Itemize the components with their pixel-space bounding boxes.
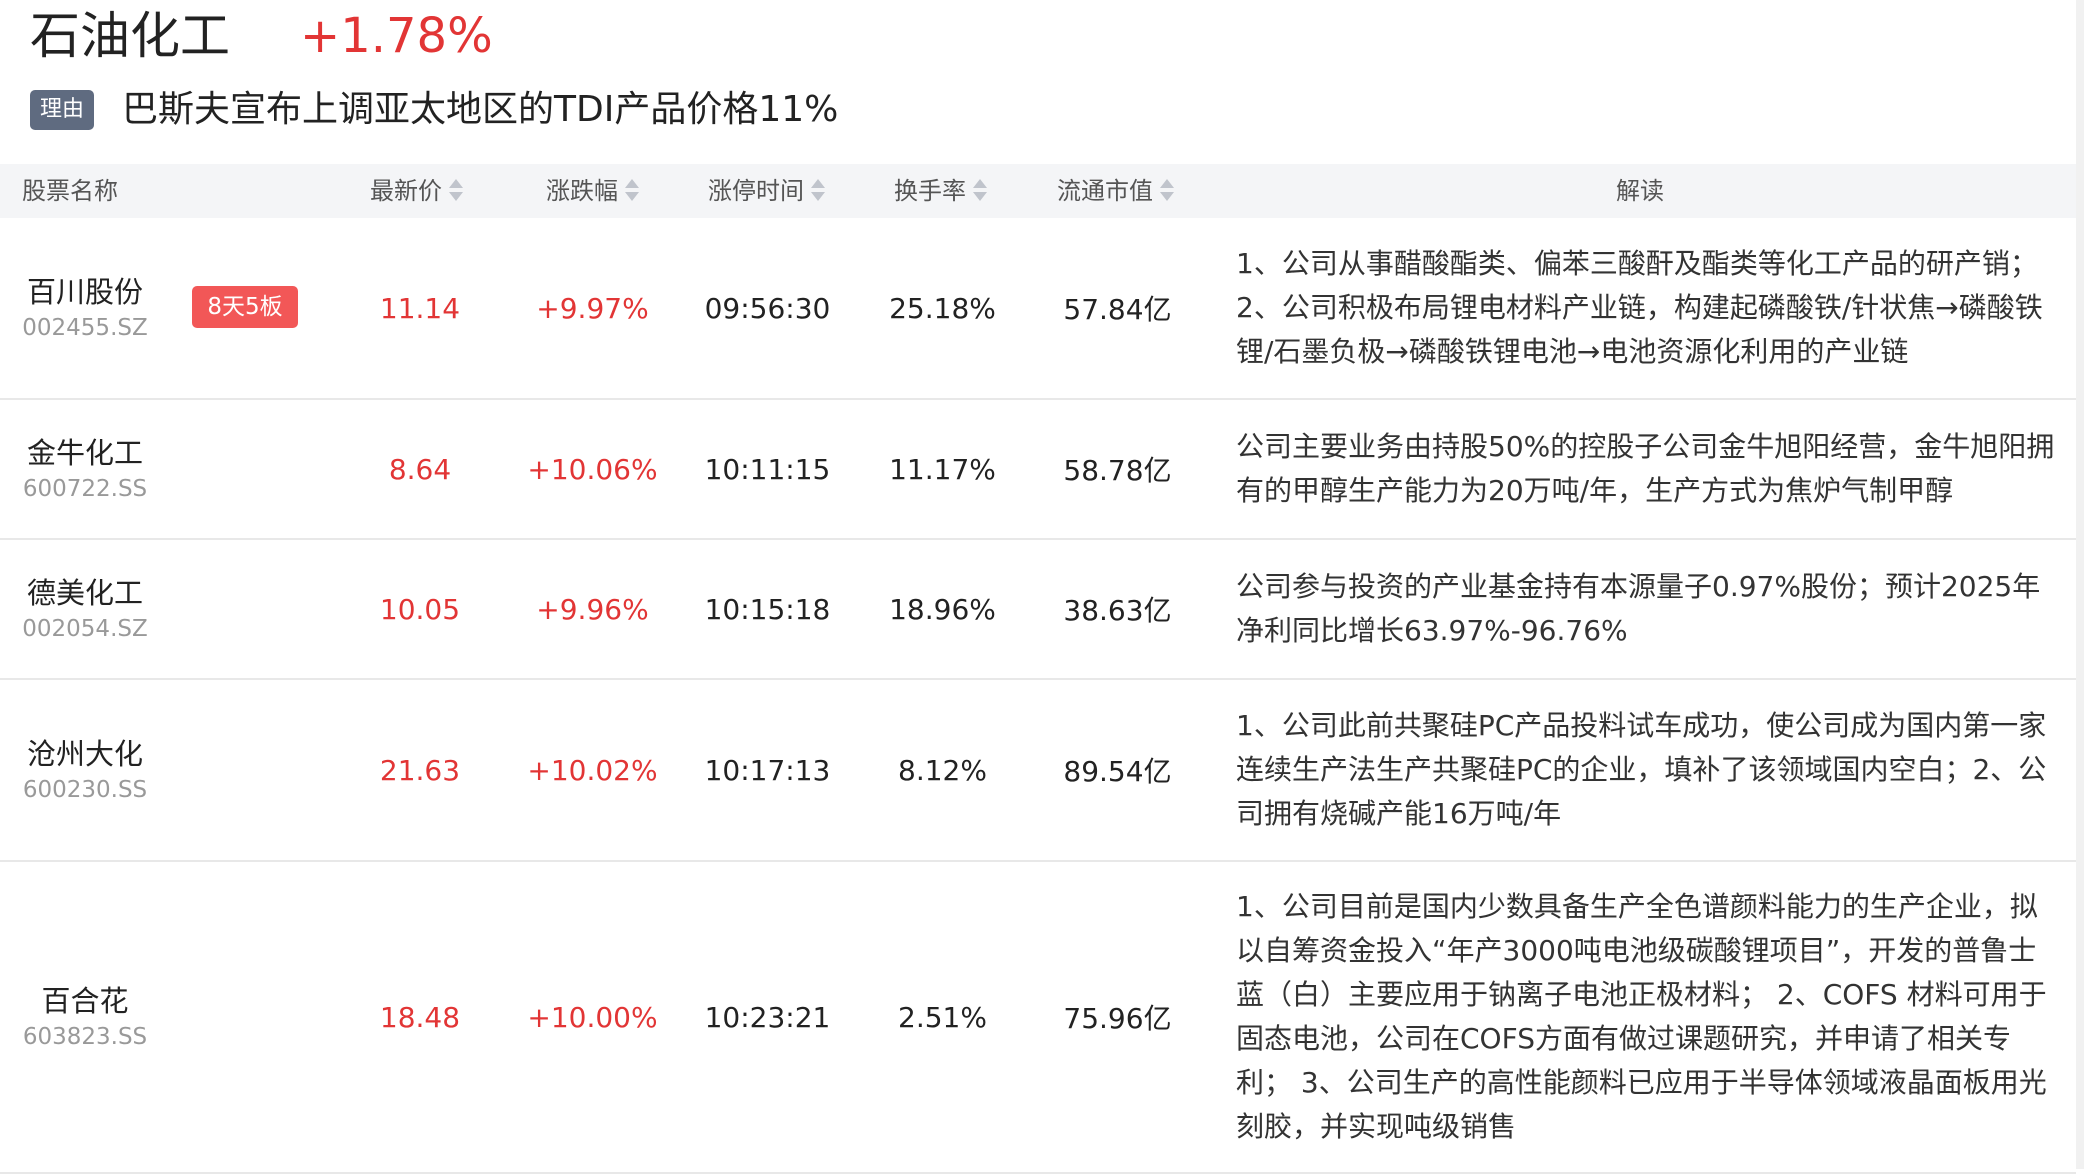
stock-name[interactable]: 百川股份: [27, 272, 143, 312]
analysis-text: 1、公司目前是国内少数具备生产全色谱颜料能力的生产企业，拟以自筹资金投入“年产3…: [1236, 890, 2047, 1143]
stock-code: 600722.SS: [22, 476, 148, 502]
change-cell: +9.97%: [536, 291, 649, 325]
analysis-cell: 1、公司此前共聚硅PC产品投料试车成功，使公司成为国内第一家连续生产法生产共聚硅…: [1236, 680, 2056, 860]
change-cell: +10.02%: [527, 753, 658, 787]
analysis-cell: 公司参与投资的产业基金持有本源量子0.97%股份；预计2025年净利同比增长63…: [1236, 540, 2056, 678]
market-cap-cell: 58.78亿: [1063, 454, 1172, 487]
table-row[interactable]: 金牛化工 600722.SS 8.64 +10.06% 10:11:15 11.…: [0, 400, 2076, 540]
column-header-name: 股票名称: [22, 177, 118, 205]
column-header-change-label: 涨跌幅: [546, 177, 618, 205]
limit-time-cell: 10:23:21: [704, 1000, 831, 1034]
table-row[interactable]: 百川股份 002455.SZ 8天5板 11.14 +9.97% 09:56:3…: [0, 218, 2076, 400]
market-cap-cell: 57.84亿: [1063, 293, 1172, 326]
stock-code: 002054.SZ: [22, 616, 148, 642]
limit-up-streak-badge: 8天5板: [192, 286, 298, 328]
analysis-text: 1、公司从事醋酸酯类、偏苯三酸酐及酯类等化工产品的研产销；2、公司积极布局锂电材…: [1236, 247, 2043, 368]
scrollbar[interactable]: [2076, 0, 2084, 1169]
table-row[interactable]: 沧州大化 600230.SS 21.63 +10.02% 10:17:13 8.…: [0, 680, 2076, 862]
stock-name-cell[interactable]: 德美化工 002054.SZ: [10, 540, 160, 678]
market-cap-cell: 89.54亿: [1063, 755, 1172, 788]
reason-text: 巴斯夫宣布上调亚太地区的TDI产品价格11%: [122, 89, 839, 130]
limit-time-cell: 10:11:15: [704, 452, 831, 486]
analysis-text: 公司主要业务由持股50%的控股子公司金牛旭阳经营，金牛旭阳拥有的甲醇生产能力为2…: [1236, 430, 2055, 507]
column-header-limit-time-label: 涨停时间: [708, 177, 804, 205]
stock-name-cell[interactable]: 百合花 603823.SS: [10, 862, 160, 1172]
turnover-cell: 2.51%: [898, 1000, 987, 1034]
stock-code: 002455.SZ: [22, 315, 148, 341]
turnover-cell: 8.12%: [898, 753, 987, 787]
sector-change: +1.78%: [300, 8, 493, 64]
stock-name[interactable]: 金牛化工: [27, 433, 143, 473]
analysis-cell: 1、公司从事醋酸酯类、偏苯三酸酐及酯类等化工产品的研产销；2、公司积极布局锂电材…: [1236, 218, 2056, 398]
market-cap-cell: 38.63亿: [1063, 594, 1172, 627]
stock-name[interactable]: 沧州大化: [27, 734, 143, 774]
column-header-turnover-label: 换手率: [894, 177, 966, 205]
column-header-market-cap[interactable]: 流通市值: [1057, 164, 1175, 218]
table-row[interactable]: 百合花 603823.SS 18.48 +10.00% 10:23:21 2.5…: [0, 862, 2076, 1174]
price-cell: 11.14: [379, 291, 461, 325]
stock-name-cell[interactable]: 金牛化工 600722.SS: [10, 400, 160, 538]
stock-name[interactable]: 德美化工: [27, 573, 143, 613]
sector-name: 石油化工: [30, 7, 230, 65]
limit-time-cell: 10:17:13: [704, 753, 831, 787]
sort-icon[interactable]: [448, 177, 464, 203]
analysis-text: 公司参与投资的产业基金持有本源量子0.97%股份；预计2025年净利同比增长63…: [1236, 570, 2041, 647]
price-cell: 8.64: [388, 452, 452, 486]
column-header-turnover[interactable]: 换手率: [894, 164, 988, 218]
analysis-cell: 公司主要业务由持股50%的控股子公司金牛旭阳经营，金牛旭阳拥有的甲醇生产能力为2…: [1236, 400, 2056, 538]
analysis-text: 1、公司此前共聚硅PC产品投料试车成功，使公司成为国内第一家连续生产法生产共聚硅…: [1236, 709, 2047, 830]
change-cell: +10.00%: [527, 1000, 658, 1034]
stock-name-cell[interactable]: 沧州大化 600230.SS: [10, 680, 160, 860]
sort-icon[interactable]: [624, 177, 640, 203]
turnover-cell: 25.18%: [889, 291, 996, 325]
turnover-cell: 11.17%: [889, 452, 996, 486]
change-cell: +10.06%: [527, 452, 658, 486]
column-header-limit-time[interactable]: 涨停时间: [708, 164, 826, 218]
market-cap-cell: 75.96亿: [1063, 1002, 1172, 1035]
sort-icon[interactable]: [810, 177, 826, 203]
limit-time-cell: 10:15:18: [704, 592, 831, 626]
stock-table: 股票名称 最新价 涨跌幅 涨停时间 换手率 流通市值 解读 百川股份 00245…: [0, 164, 2076, 1174]
sort-icon[interactable]: [1159, 177, 1175, 203]
table-header: 股票名称 最新价 涨跌幅 涨停时间 换手率 流通市值 解读: [0, 164, 2076, 218]
column-header-price-label: 最新价: [370, 177, 442, 205]
sector-detail-page: 石油化工 +1.78% 理由 巴斯夫宣布上调亚太地区的TDI产品价格11% 股票…: [0, 0, 2084, 1174]
stock-code: 600230.SS: [22, 777, 148, 803]
reason-tag: 理由: [30, 90, 94, 130]
sort-icon[interactable]: [972, 177, 988, 203]
stock-name-cell[interactable]: 百川股份 002455.SZ: [10, 218, 160, 398]
price-cell: 10.05: [379, 592, 461, 626]
column-header-market-cap-label: 流通市值: [1057, 177, 1153, 205]
table-body: 百川股份 002455.SZ 8天5板 11.14 +9.97% 09:56:3…: [0, 218, 2076, 1174]
stock-name[interactable]: 百合花: [41, 981, 128, 1021]
column-header-analysis: 解读: [1616, 177, 1664, 205]
change-cell: +9.96%: [536, 592, 649, 626]
turnover-cell: 18.96%: [889, 592, 996, 626]
column-header-change[interactable]: 涨跌幅: [546, 164, 640, 218]
price-cell: 21.63: [379, 753, 461, 787]
sector-header: 石油化工 +1.78% 理由 巴斯夫宣布上调亚太地区的TDI产品价格11%: [30, 0, 2030, 160]
limit-time-cell: 09:56:30: [704, 291, 831, 325]
analysis-cell: 1、公司目前是国内少数具备生产全色谱颜料能力的生产企业，拟以自筹资金投入“年产3…: [1236, 862, 2056, 1172]
table-row[interactable]: 德美化工 002054.SZ 10.05 +9.96% 10:15:18 18.…: [0, 540, 2076, 680]
price-cell: 18.48: [379, 1000, 461, 1034]
column-header-price[interactable]: 最新价: [370, 164, 464, 218]
stock-code: 603823.SS: [22, 1024, 148, 1050]
